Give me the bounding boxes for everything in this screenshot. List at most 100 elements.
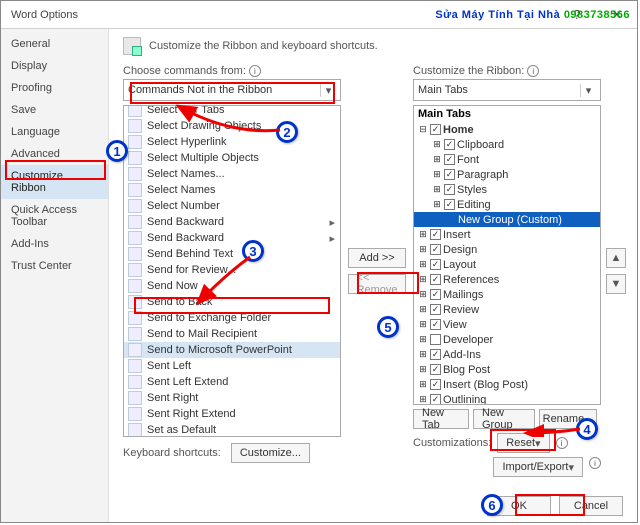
tree-item[interactable]: ⊞Developer	[414, 332, 600, 347]
checkbox[interactable]: ✓	[430, 244, 441, 255]
cancel-button[interactable]: Cancel	[559, 496, 623, 516]
ok-button[interactable]: OK	[487, 496, 551, 516]
help-button[interactable]: ?	[557, 1, 597, 29]
tree-item[interactable]: ⊟✓Home	[414, 122, 600, 137]
checkbox[interactable]: ✓	[430, 349, 441, 360]
command-item[interactable]: Sent Left	[124, 358, 340, 374]
command-icon	[128, 279, 142, 293]
close-button[interactable]: ✕	[597, 1, 637, 29]
tree-item[interactable]: New Group (Custom)	[414, 212, 600, 227]
checkbox[interactable]: ✓	[444, 169, 455, 180]
tree-item[interactable]: ⊞✓Review	[414, 302, 600, 317]
tree-item[interactable]: ⊞✓Insert	[414, 227, 600, 242]
new-tab-button[interactable]: New Tab	[413, 409, 469, 429]
ribbon-tree[interactable]: Main Tabs⊟✓Home⊞✓Clipboard⊞✓Font⊞✓Paragr…	[413, 105, 601, 405]
checkbox[interactable]: ✓	[430, 124, 441, 135]
checkbox[interactable]	[430, 334, 441, 345]
command-item[interactable]: Send Now	[124, 278, 340, 294]
customize-keyboard-button[interactable]: Customize...	[231, 443, 310, 463]
command-item[interactable]: Select Names...	[124, 166, 340, 182]
checkbox[interactable]: ✓	[430, 319, 441, 330]
tree-item[interactable]: ⊞✓Mailings	[414, 287, 600, 302]
command-icon	[128, 375, 142, 389]
command-item[interactable]: Select Cur Tabs	[124, 106, 340, 118]
tree-item[interactable]: ⊞✓Outlining	[414, 392, 600, 404]
word-options-dialog: Word Options ? ✕ GeneralDisplayProofingS…	[0, 0, 638, 523]
command-icon	[128, 151, 142, 165]
tree-item[interactable]: ⊞✓Design	[414, 242, 600, 257]
keyboard-shortcuts-label: Keyboard shortcuts:	[123, 447, 221, 459]
tree-item[interactable]: ⊞✓View	[414, 317, 600, 332]
command-item[interactable]: Send to Back	[124, 294, 340, 310]
sidebar-item-advanced[interactable]: Advanced	[1, 143, 108, 165]
customize-ribbon-combo[interactable]: Main Tabs▾	[413, 79, 601, 101]
command-item[interactable]: Send to Mail Recipient	[124, 326, 340, 342]
commands-listbox[interactable]: Select Cur TabsSelect Drawing ObjectsSel…	[123, 105, 341, 437]
tree-toggle-icon: ⊞	[432, 184, 442, 195]
reset-button[interactable]: Reset	[497, 433, 549, 453]
command-item[interactable]: Send to Microsoft PowerPoint	[124, 342, 340, 358]
checkbox[interactable]: ✓	[444, 199, 455, 210]
tree-item[interactable]: ⊞✓Styles	[414, 182, 600, 197]
tree-item[interactable]: ⊞✓Insert (Blog Post)	[414, 377, 600, 392]
tree-item[interactable]: ⊞✓Font	[414, 152, 600, 167]
checkbox[interactable]: ✓	[430, 259, 441, 270]
command-item[interactable]: Sent Right	[124, 390, 340, 406]
command-icon	[128, 247, 142, 261]
checkbox[interactable]: ✓	[430, 364, 441, 375]
chevron-down-icon: ▾	[320, 84, 336, 97]
add-button[interactable]: Add >>	[348, 248, 406, 268]
tree-toggle-icon: ⊞	[418, 289, 428, 300]
command-item[interactable]: Select Drawing Objects	[124, 118, 340, 134]
tree-item[interactable]: ⊞✓Clipboard	[414, 137, 600, 152]
sidebar-item-add-ins[interactable]: Add-Ins	[1, 233, 108, 255]
command-item[interactable]: Send Backward▸	[124, 230, 340, 246]
tree-item[interactable]: ⊞✓Editing	[414, 197, 600, 212]
sidebar-item-customize-ribbon[interactable]: Customize Ribbon	[1, 165, 108, 199]
checkbox[interactable]: ✓	[430, 289, 441, 300]
tree-item[interactable]: ⊞✓Blog Post	[414, 362, 600, 377]
command-item[interactable]: Send to Exchange Folder	[124, 310, 340, 326]
command-item[interactable]: Send for Review...	[124, 262, 340, 278]
tree-toggle-icon: ⊞	[418, 349, 428, 360]
move-down-button[interactable]: ▼	[606, 274, 626, 294]
command-item[interactable]: Select Hyperlink	[124, 134, 340, 150]
command-item[interactable]: Select Number	[124, 198, 340, 214]
command-icon	[128, 215, 142, 229]
checkbox[interactable]: ✓	[430, 394, 441, 404]
checkbox[interactable]: ✓	[444, 139, 455, 150]
rename-button[interactable]: Rename...	[539, 409, 597, 429]
command-item[interactable]: Set as Default	[124, 422, 340, 436]
tree-item[interactable]: ⊞✓Add-Ins	[414, 347, 600, 362]
sidebar-item-proofing[interactable]: Proofing	[1, 77, 108, 99]
new-group-button[interactable]: New Group	[473, 409, 535, 429]
sidebar-item-display[interactable]: Display	[1, 55, 108, 77]
sidebar-item-general[interactable]: General	[1, 33, 108, 55]
sidebar-item-save[interactable]: Save	[1, 99, 108, 121]
import-export-button[interactable]: Import/Export	[493, 457, 583, 477]
sidebar-item-quick-access-toolbar[interactable]: Quick Access Toolbar	[1, 199, 108, 233]
choose-commands-combo[interactable]: Commands Not in the Ribbon▾	[123, 79, 341, 101]
command-icon	[128, 311, 142, 325]
sidebar-item-language[interactable]: Language	[1, 121, 108, 143]
command-icon	[128, 295, 142, 309]
checkbox[interactable]: ✓	[444, 184, 455, 195]
remove-button[interactable]: << Remove	[348, 274, 406, 294]
tree-item[interactable]: ⊞✓Paragraph	[414, 167, 600, 182]
move-up-button[interactable]: ▲	[606, 248, 626, 268]
checkbox[interactable]: ✓	[430, 229, 441, 240]
tree-item[interactable]: ⊞✓References	[414, 272, 600, 287]
command-item[interactable]: Sent Left Extend	[124, 374, 340, 390]
checkbox[interactable]: ✓	[430, 304, 441, 315]
command-item[interactable]: Sent Right Extend	[124, 406, 340, 422]
command-item[interactable]: Send Behind Text	[124, 246, 340, 262]
checkbox[interactable]: ✓	[430, 274, 441, 285]
command-item[interactable]: Select Multiple Objects	[124, 150, 340, 166]
command-item[interactable]: Select Names	[124, 182, 340, 198]
checkbox[interactable]: ✓	[430, 379, 441, 390]
page-title: Customize the Ribbon and keyboard shortc…	[149, 40, 378, 52]
checkbox[interactable]: ✓	[444, 154, 455, 165]
tree-item[interactable]: ⊞✓Layout	[414, 257, 600, 272]
command-item[interactable]: Send Backward▸	[124, 214, 340, 230]
sidebar-item-trust-center[interactable]: Trust Center	[1, 255, 108, 277]
